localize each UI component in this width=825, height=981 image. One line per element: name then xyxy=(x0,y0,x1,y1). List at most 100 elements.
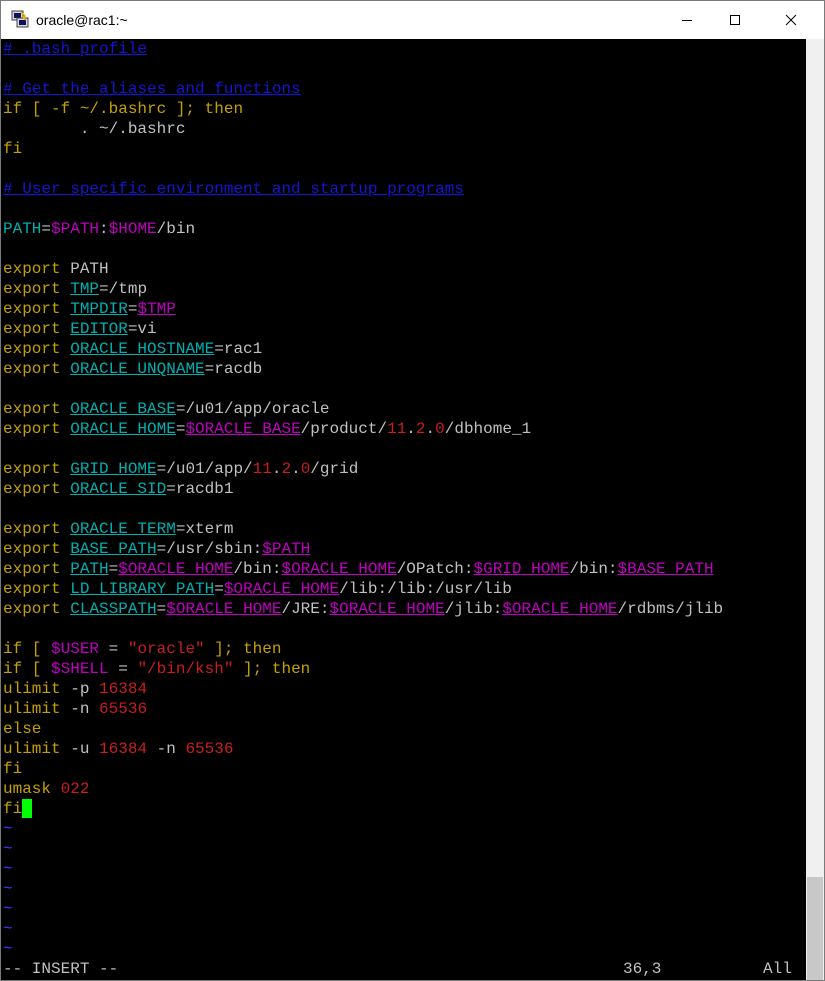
maximize-icon xyxy=(730,15,740,25)
code-token: ~ xyxy=(3,880,13,898)
minimize-button[interactable] xyxy=(664,1,710,39)
vim-mode-indicator: -- INSERT -- xyxy=(3,960,119,978)
cursor-position: 36,3 xyxy=(623,960,662,978)
code-token: /rdbms/jlib xyxy=(617,600,724,618)
code-token: ORACLE_HOSTNAME xyxy=(70,340,215,358)
code-token: 16384 xyxy=(99,680,148,698)
code-line: fi xyxy=(3,139,22,159)
vertical-scrollbar[interactable] xyxy=(806,39,824,980)
close-icon xyxy=(785,14,797,26)
title-bar[interactable]: oracle@rac1:~ xyxy=(1,1,824,39)
code-line: ~ xyxy=(3,939,13,959)
code-token: = xyxy=(127,300,138,318)
code-token: $SHELL xyxy=(51,660,109,678)
code-line: export GRID_HOME=/u01/app/11.2.0/grid xyxy=(3,459,358,479)
code-token: $BASE_PATH xyxy=(617,560,714,578)
code-token: /bin: xyxy=(233,560,282,578)
code-token: =/u01/app/ xyxy=(156,460,253,478)
code-token: ~ xyxy=(3,900,13,918)
code-token: $USER xyxy=(51,640,100,658)
vim-editor-area[interactable]: # .bash_profile # Get the aliases and fun… xyxy=(1,39,806,980)
code-token: export xyxy=(3,600,71,618)
terminal-window: oracle@rac1:~ # .bash_profile # Get the a… xyxy=(0,0,825,981)
code-token: 11 xyxy=(252,460,272,478)
code-line: umask 022 xyxy=(3,779,89,799)
code-token: : xyxy=(99,220,109,238)
code-token: BASE_PATH xyxy=(70,540,157,558)
vim-status-line: -- INSERT -- 36,3 All xyxy=(3,959,806,979)
code-token: /jlib: xyxy=(444,600,503,618)
code-line: export TMP=/tmp xyxy=(3,279,147,299)
code-token: # .bash_profile xyxy=(3,40,148,58)
code-token: $HOME xyxy=(108,220,157,238)
code-line: . ~/.bashrc xyxy=(3,119,186,139)
code-token: . xyxy=(425,420,436,438)
code-token: fi xyxy=(3,760,23,778)
code-token: /bin: xyxy=(569,560,618,578)
code-token: export xyxy=(3,560,71,578)
code-line: # Get the aliases and functions xyxy=(3,79,301,99)
code-line: if [ -f ~/.bashrc ]; then xyxy=(3,99,243,119)
code-line: if [ $SHELL = "/bin/ksh" ]; then xyxy=(3,659,310,679)
code-token: = xyxy=(175,420,186,438)
code-token: # Get the aliases and functions xyxy=(3,80,301,98)
code-line: export EDITOR=vi xyxy=(3,319,157,339)
code-line: ~ xyxy=(3,899,13,919)
code-line: export BASE_PATH=/usr/sbin:$PATH xyxy=(3,539,310,559)
code-line: export LD_LIBRARY_PATH=$ORACLE_HOME/lib:… xyxy=(3,579,512,599)
code-token: /bin xyxy=(156,220,196,238)
code-token: /product/ xyxy=(300,420,388,438)
code-token: . ~/.bashrc xyxy=(3,120,186,138)
code-line: export ORACLE_SID=racdb1 xyxy=(3,479,233,499)
code-token: export xyxy=(3,540,71,558)
window-title: oracle@rac1:~ xyxy=(36,12,128,28)
code-token: "/bin/ksh" xyxy=(137,660,234,678)
putty-app-icon[interactable] xyxy=(11,10,29,28)
code-token: 0 xyxy=(300,460,311,478)
code-token: ]; then xyxy=(233,660,311,678)
code-token: # User specific environment and startup … xyxy=(3,180,464,198)
minimize-icon xyxy=(682,20,692,21)
code-token: PATH xyxy=(70,560,109,578)
code-token: =vi xyxy=(127,320,157,338)
code-token: . xyxy=(291,460,301,478)
code-line: # .bash_profile xyxy=(3,39,147,59)
code-token: if [ -f ~/.bashrc ]; then xyxy=(3,100,244,118)
code-token: ORACLE_BASE xyxy=(70,400,176,418)
scrollbar-thumb[interactable] xyxy=(807,877,823,980)
code-line: ~ xyxy=(3,879,13,899)
code-token: export xyxy=(3,460,71,478)
code-token: = xyxy=(99,640,128,658)
code-token: export xyxy=(3,360,71,378)
code-token: = xyxy=(41,220,52,238)
code-line: export ORACLE_BASE=/u01/app/oracle xyxy=(3,399,329,419)
code-token: =rac1 xyxy=(214,340,263,358)
code-token: 2 xyxy=(281,460,292,478)
code-token: ORACLE_HOME xyxy=(70,420,176,438)
code-token: 65536 xyxy=(185,740,234,758)
code-token: umask xyxy=(3,780,61,798)
close-button[interactable] xyxy=(768,1,814,39)
code-token: ulimit xyxy=(3,700,71,718)
code-token: $ORACLE_HOME xyxy=(118,560,234,578)
code-token: /lib:/lib:/usr/lib xyxy=(339,580,512,598)
code-token: 11 xyxy=(387,420,407,438)
code-line: ~ xyxy=(3,859,13,879)
code-token: /OPatch: xyxy=(396,560,474,578)
code-line: ulimit -u 16384 -n 65536 xyxy=(3,739,233,759)
code-token: = xyxy=(108,660,138,678)
code-line: export TMPDIR=$TMP xyxy=(3,299,176,319)
code-token: ~ xyxy=(3,840,13,858)
scroll-indicator: All xyxy=(763,960,792,978)
code-token: export xyxy=(3,400,71,418)
maximize-button[interactable] xyxy=(712,1,758,39)
code-line: ulimit -n 65536 xyxy=(3,699,147,719)
code-token: if [ xyxy=(3,660,52,678)
code-token: export xyxy=(3,280,71,298)
code-token: "oracle" xyxy=(127,640,205,658)
code-token: /dbhome_1 xyxy=(444,420,532,438)
code-line: # User specific environment and startup … xyxy=(3,179,464,199)
text-cursor xyxy=(22,799,33,818)
code-token: export xyxy=(3,480,71,498)
code-token: -n xyxy=(70,700,100,718)
